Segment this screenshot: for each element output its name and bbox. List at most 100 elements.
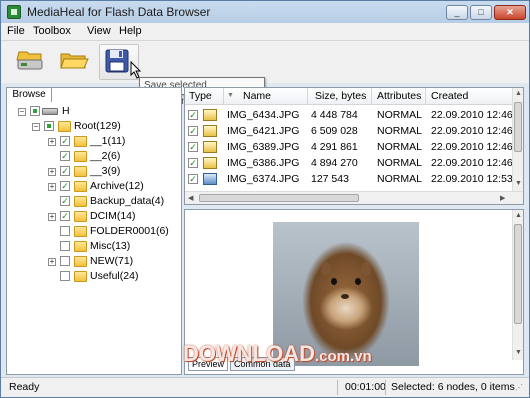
status-time: 00:01:00 [345, 381, 386, 393]
col-size[interactable]: Size, bytes [315, 90, 366, 102]
file-created: 22.09.2010 12:46:1( [431, 157, 524, 169]
resize-grip-icon[interactable]: ⋰ [515, 383, 523, 392]
tree-node-h[interactable]: − H [10, 104, 180, 119]
node-checkbox[interactable]: ✓ [60, 151, 70, 161]
file-size: 4 894 270 [311, 157, 358, 169]
list-horizontal-scrollbar[interactable]: ◀ ▶ [185, 191, 523, 204]
scroll-down-icon[interactable]: ▼ [515, 349, 522, 356]
folder-icon [74, 166, 87, 177]
row-checkbox[interactable]: ✓ [188, 126, 198, 136]
node-checkbox[interactable] [60, 271, 70, 281]
tree-label: __1(11) [90, 135, 126, 147]
menu-help[interactable]: Help [119, 25, 142, 37]
tab-browse[interactable]: Browse [6, 87, 52, 102]
tree-node-dcim[interactable]: + ✓ DCIM(14) [10, 209, 180, 224]
folder-open-icon [60, 53, 89, 69]
node-checkbox[interactable]: ✓ [60, 196, 70, 206]
node-checkbox[interactable] [30, 106, 40, 116]
preview-vertical-scrollbar[interactable]: ▲ ▼ [512, 210, 523, 360]
folder-icon [74, 136, 87, 147]
scroll-up-icon[interactable]: ▲ [515, 212, 522, 219]
list-vertical-scrollbar[interactable]: ▲ ▼ [512, 88, 523, 191]
table-row[interactable]: ✓ IMG_6421.JPG 6 509 028 NORMAL 22.09.20… [185, 123, 523, 139]
image-file-icon [203, 173, 217, 185]
node-checkbox[interactable] [60, 256, 70, 266]
scroll-thumb[interactable] [514, 224, 522, 324]
tree-label: Useful(24) [90, 270, 139, 282]
row-checkbox[interactable]: ✓ [188, 110, 198, 120]
tree-node-misc[interactable]: Misc(13) [10, 239, 180, 254]
file-size: 127 543 [311, 173, 349, 185]
title-bar[interactable]: MediaHeal for Flash Data Browser _ □ ✕ [1, 1, 529, 23]
scroll-down-icon[interactable]: ▼ [515, 180, 522, 187]
scroll-up-icon[interactable]: ▲ [515, 90, 522, 97]
file-list: Type ▼ Name Size, bytes Attributes Creat… [184, 87, 524, 205]
table-row[interactable]: ✓ IMG_6389.JPG 4 291 861 NORMAL 22.09.20… [185, 139, 523, 155]
folder-icon [74, 151, 87, 162]
open-drive-button[interactable] [13, 44, 53, 80]
collapse-icon[interactable]: − [32, 123, 40, 131]
tree-node-3[interactable]: + ✓ __3(9) [10, 164, 180, 179]
menu-file[interactable]: File [7, 25, 25, 37]
tree-label: Root(129) [74, 120, 121, 132]
table-row[interactable]: ✓ IMG_6386.JPG 4 894 270 NORMAL 22.09.20… [185, 155, 523, 171]
file-size: 4 448 784 [311, 109, 358, 121]
list-header: Type ▼ Name Size, bytes Attributes Creat… [185, 88, 513, 105]
row-checkbox[interactable]: ✓ [188, 142, 198, 152]
file-created: 22.09.2010 12:46:1( [431, 141, 524, 153]
expand-icon[interactable]: + [48, 183, 56, 191]
node-checkbox[interactable]: ✓ [60, 166, 70, 176]
tree-label: NEW(71) [90, 255, 134, 267]
folder-icon [58, 121, 71, 132]
status-bar: Ready 00:01:00 Selected: 6 nodes, 0 item… [1, 377, 529, 397]
menu-toolbox[interactable]: Toolbox [33, 25, 71, 37]
scroll-right-icon[interactable]: ▶ [500, 194, 505, 202]
collapse-icon[interactable]: − [18, 108, 26, 116]
col-name[interactable]: Name [243, 90, 271, 102]
tree-node-useful[interactable]: Useful(24) [10, 269, 180, 284]
tree-label: Archive(12) [90, 180, 144, 192]
minimize-button[interactable]: _ [446, 5, 468, 20]
save-button[interactable] [99, 44, 142, 80]
node-checkbox[interactable]: ✓ [60, 181, 70, 191]
table-row[interactable]: ✓ IMG_6374.JPG 127 543 NORMAL 22.09.2010… [185, 171, 523, 187]
node-checkbox[interactable] [44, 121, 54, 131]
tree-label: FOLDER0001(6) [90, 225, 169, 237]
scroll-thumb[interactable] [199, 194, 359, 202]
expand-icon[interactable]: + [48, 213, 56, 221]
tree-node-archive[interactable]: + ✓ Archive(12) [10, 179, 180, 194]
tree-node-new[interactable]: + NEW(71) [10, 254, 180, 269]
col-created[interactable]: Created [431, 90, 468, 102]
col-attributes[interactable]: Attributes [377, 90, 421, 102]
file-name: IMG_6386.JPG [227, 157, 300, 169]
toolbar [1, 41, 529, 83]
image-file-icon [203, 109, 217, 121]
file-created: 22.09.2010 12:46:2( [431, 109, 524, 121]
row-checkbox[interactable]: ✓ [188, 158, 198, 168]
file-created: 22.09.2010 12:53:3( [431, 173, 524, 185]
tree-node-2[interactable]: ✓ __2(6) [10, 149, 180, 164]
app-window: MediaHeal for Flash Data Browser _ □ ✕ F… [0, 0, 530, 398]
row-checkbox[interactable]: ✓ [188, 174, 198, 184]
tree-node-1[interactable]: + ✓ __1(11) [10, 134, 180, 149]
close-button[interactable]: ✕ [494, 5, 526, 20]
tree-node-folder0001[interactable]: FOLDER0001(6) [10, 224, 180, 239]
tree-label: __2(6) [90, 150, 121, 162]
status-selection: Selected: 6 nodes, 0 items [391, 381, 515, 393]
col-type[interactable]: Type [189, 90, 212, 102]
maximize-button[interactable]: □ [470, 5, 492, 20]
scroll-left-icon[interactable]: ◀ [188, 194, 193, 202]
expand-icon[interactable]: + [48, 138, 56, 146]
tree-node-backup-data[interactable]: ✓ Backup_data(4) [10, 194, 180, 209]
node-checkbox[interactable] [60, 226, 70, 236]
expand-icon[interactable]: + [48, 258, 56, 266]
node-checkbox[interactable] [60, 241, 70, 251]
tree-node-root[interactable]: − Root(129) [10, 119, 180, 134]
table-row[interactable]: ✓ IMG_6434.JPG 4 448 784 NORMAL 22.09.20… [185, 107, 523, 123]
open-folder-button[interactable] [57, 44, 97, 80]
expand-icon[interactable]: + [48, 168, 56, 176]
node-checkbox[interactable]: ✓ [60, 136, 70, 146]
node-checkbox[interactable]: ✓ [60, 211, 70, 221]
scroll-thumb[interactable] [514, 102, 522, 152]
menu-view[interactable]: View [87, 25, 111, 37]
